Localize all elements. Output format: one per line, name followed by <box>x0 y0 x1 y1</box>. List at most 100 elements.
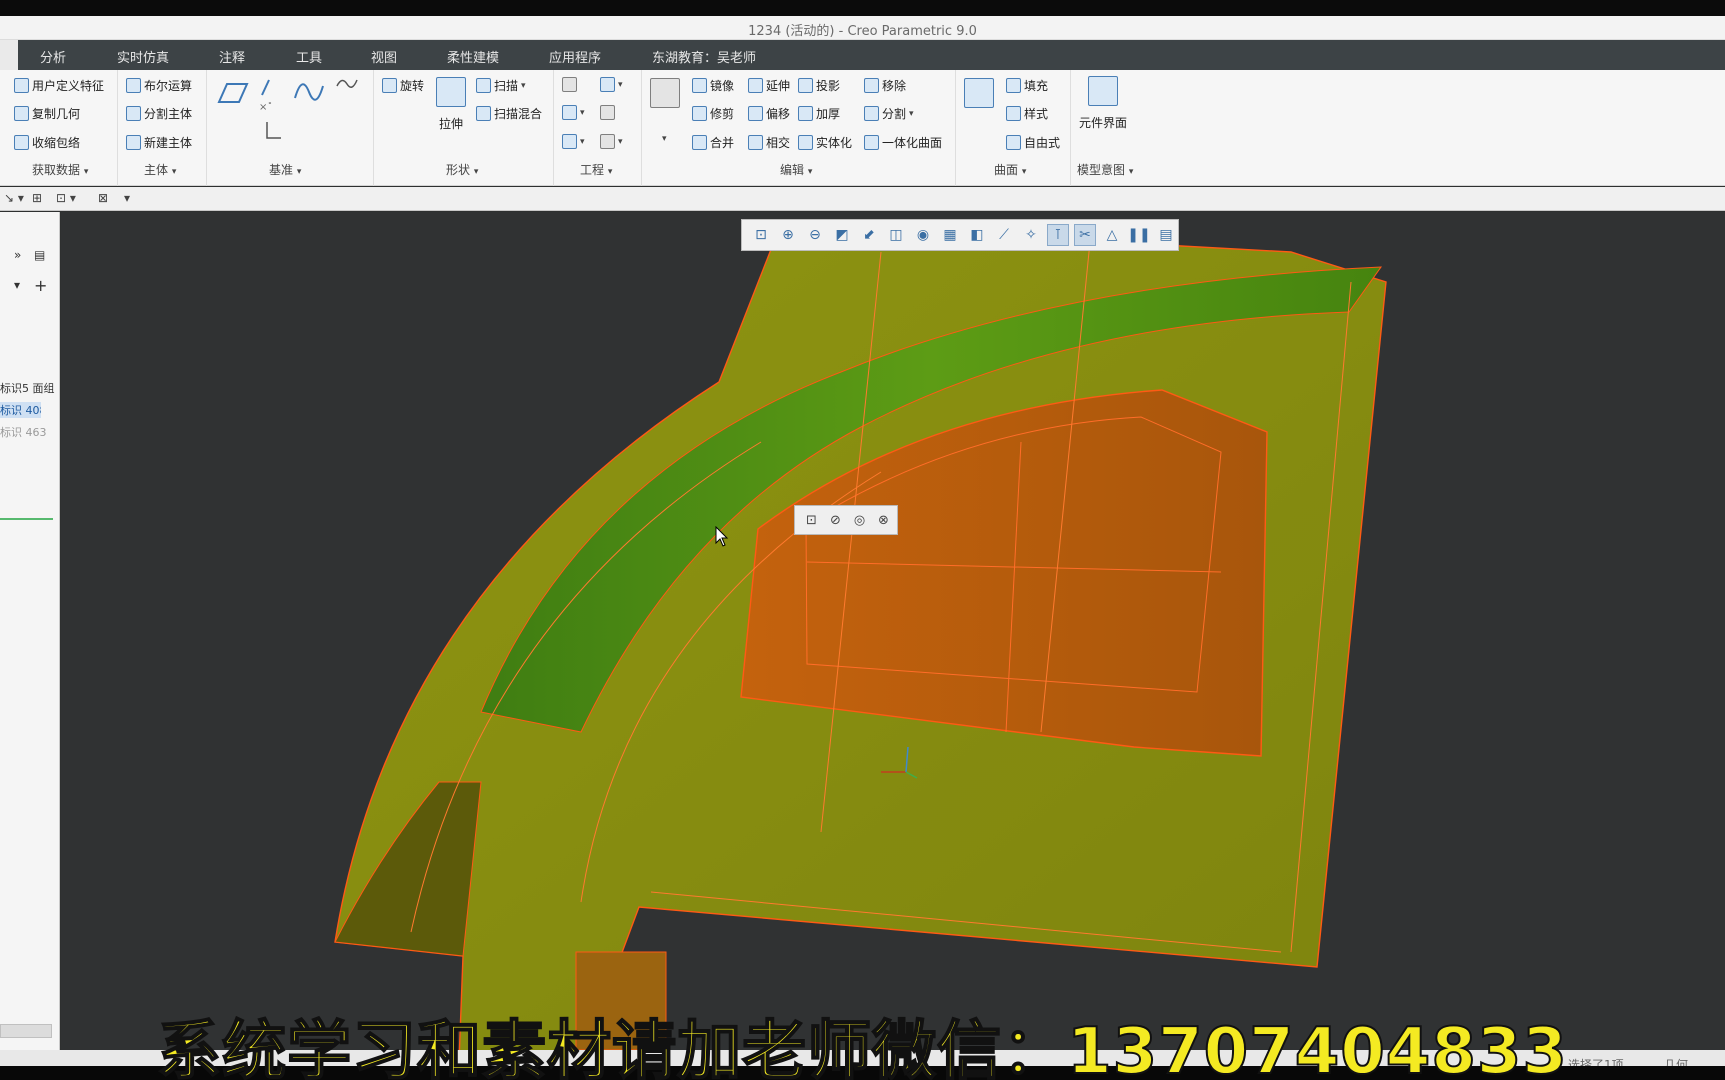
more-dropdown-icon[interactable]: ▾ <box>124 191 130 205</box>
shrinkwrap-button[interactable]: 收缩包络 <box>14 134 80 151</box>
freestyle-button[interactable]: 自由式 <box>1006 134 1060 151</box>
close-icon[interactable]: ⊠ <box>98 191 108 205</box>
show-dropdown-icon[interactable]: ⊡ ▾ <box>56 191 76 205</box>
add-icon[interactable]: + <box>34 276 47 295</box>
view-manager-icon[interactable]: ◉ <box>912 224 934 246</box>
tree-settings-icon[interactable]: ⊞ <box>32 191 42 205</box>
ribbon-tab-bar: 分析 实时仿真 注释 工具 视图 柔性建模 应用程序 东湖教育：吴老师 <box>0 40 1725 70</box>
chamfer-button[interactable]: ▾ <box>562 105 585 120</box>
boundary-blend-button[interactable] <box>964 78 994 108</box>
tree-item-dim[interactable]: 标识 463 <box>0 424 47 440</box>
round-button[interactable]: ▾ <box>600 77 623 92</box>
style-button[interactable]: 样式 <box>1006 105 1048 122</box>
filter-dropdown-icon[interactable]: ▾ <box>14 278 20 292</box>
hole-button[interactable] <box>562 77 577 92</box>
tab-tools[interactable]: 工具 <box>296 47 322 66</box>
trim-button[interactable]: 修剪 <box>692 105 734 122</box>
remove-icon <box>864 78 879 93</box>
mirror-button[interactable]: 镜像 <box>692 77 734 94</box>
pattern-button[interactable] <box>650 78 680 108</box>
zoom-in-icon[interactable]: ⊕ <box>777 224 799 246</box>
group-label-editing[interactable]: 编辑 ▾ <box>780 161 812 178</box>
merge-button[interactable]: 合并 <box>692 134 734 151</box>
extrude-button[interactable]: 拉伸 <box>436 77 466 132</box>
graphics-viewport[interactable] <box>61 212 1725 1050</box>
group-label-engineering[interactable]: 工程 ▾ <box>580 161 612 178</box>
draft-button[interactable]: ▾ <box>562 134 585 149</box>
model-render <box>334 223 1387 1050</box>
solidify-icon <box>798 135 813 150</box>
apparance-icon[interactable]: △ <box>1101 224 1123 246</box>
thicken-icon <box>798 106 813 121</box>
show-icon[interactable]: ◎ <box>849 510 870 531</box>
orient-icon[interactable]: ⬋ <box>858 224 880 246</box>
tab-analysis[interactable]: 分析 <box>40 47 66 66</box>
repaint-icon[interactable]: ◩ <box>831 224 853 246</box>
fill-button[interactable]: 填充 <box>1006 77 1048 94</box>
revolve-button[interactable]: 旋转 <box>382 77 424 94</box>
refit-icon[interactable]: ⊡ <box>750 224 772 246</box>
section-icon[interactable]: ⟋ <box>993 224 1015 246</box>
unify-surfaces-icon <box>864 135 879 150</box>
select-filter-icon[interactable]: ⊡ <box>801 510 822 531</box>
split-button[interactable]: 分割 ▾ <box>864 105 914 122</box>
saved-views-icon[interactable]: ◫ <box>885 224 907 246</box>
pause-icon[interactable]: ❚❚ <box>1127 224 1150 246</box>
boolean-button[interactable]: 布尔运算 <box>126 77 192 94</box>
insert-indicator[interactable] <box>0 518 53 520</box>
tab-custom-teacher[interactable]: 东湖教育：吴老师 <box>652 47 756 66</box>
unify-surfaces-button[interactable]: 一体化曲面 <box>864 134 942 151</box>
tab-view[interactable]: 视图 <box>371 47 397 66</box>
offset-button[interactable]: 偏移 <box>748 105 790 122</box>
rib-button[interactable]: ▾ <box>600 134 623 149</box>
new-body-button[interactable]: 新建主体 <box>126 134 192 151</box>
display-style-icon[interactable]: ▦ <box>939 224 961 246</box>
group-label-shapes[interactable]: 形状 ▾ <box>446 161 478 178</box>
datum-display-icon[interactable]: ✧ <box>1020 224 1042 246</box>
shell-button[interactable] <box>600 105 615 120</box>
axis-icon <box>261 79 270 96</box>
swept-blend-icon <box>476 106 491 121</box>
swept-blend-button[interactable]: 扫描混合 <box>476 105 542 122</box>
annotation-display-icon[interactable]: ⊺ <box>1047 224 1069 246</box>
copy-geometry-icon <box>14 106 29 121</box>
pattern-dropdown[interactable]: ▾ <box>662 134 667 144</box>
tab-annotate[interactable]: 注释 <box>219 47 245 66</box>
remove-button[interactable]: 移除 <box>864 77 906 94</box>
group-label-get-data[interactable]: 获取数据 ▾ <box>32 161 88 178</box>
file-tab-stub[interactable] <box>0 40 18 70</box>
spin-center-icon[interactable]: ✂ <box>1074 224 1096 246</box>
tab-applications[interactable]: 应用程序 <box>549 47 601 66</box>
tree-item-surface[interactable]: 标识5 面组 <box>0 380 55 396</box>
perspective-icon[interactable]: ◧ <box>966 224 988 246</box>
group-label-body[interactable]: 主体 ▾ <box>144 161 176 178</box>
split-body-icon <box>126 106 141 121</box>
tab-flexible-modeling[interactable]: 柔性建模 <box>447 47 499 66</box>
tree-item-selected[interactable]: 标识 408 <box>0 402 41 418</box>
group-label-model-intent[interactable]: 模型意图 ▾ <box>1077 161 1133 178</box>
select-dropdown[interactable]: ↘ ▾ <box>4 191 24 205</box>
thicken-button[interactable]: 加厚 <box>798 105 840 122</box>
project-button[interactable]: 投影 <box>798 77 840 94</box>
pattern-icon <box>650 78 680 108</box>
intersect-button[interactable]: 相交 <box>748 134 790 151</box>
hide-icon[interactable]: ⊘ <box>825 510 846 531</box>
expand-icon[interactable]: » <box>14 248 21 262</box>
split-body-button[interactable]: 分割主体 <box>126 105 192 122</box>
group-label-datum[interactable]: 基准 ▾ <box>269 161 301 178</box>
mirror-icon <box>692 78 707 93</box>
sweep-button[interactable]: 扫描 ▾ <box>476 77 526 94</box>
zoom-out-icon[interactable]: ⊖ <box>804 224 826 246</box>
component-interface-button[interactable]: 元件界面 <box>1079 76 1127 131</box>
more-icon[interactable]: ▤ <box>1155 224 1177 246</box>
udf-button[interactable]: 用户定义特征 <box>14 77 104 94</box>
group-body: 布尔运算 分割主体 新建主体 主体 ▾ <box>118 70 207 186</box>
page-icon[interactable]: ▤ <box>34 248 45 262</box>
extend-button[interactable]: 延伸 <box>748 77 790 94</box>
copy-geometry-button[interactable]: 复制几何 <box>14 105 80 122</box>
group-label-surfaces[interactable]: 曲面 ▾ <box>994 161 1026 178</box>
solidify-button[interactable]: 实体化 <box>798 134 852 151</box>
extend-icon <box>748 78 763 93</box>
hide-all-icon[interactable]: ⊗ <box>873 510 894 531</box>
tab-realtime-simulation[interactable]: 实时仿真 <box>117 47 169 66</box>
